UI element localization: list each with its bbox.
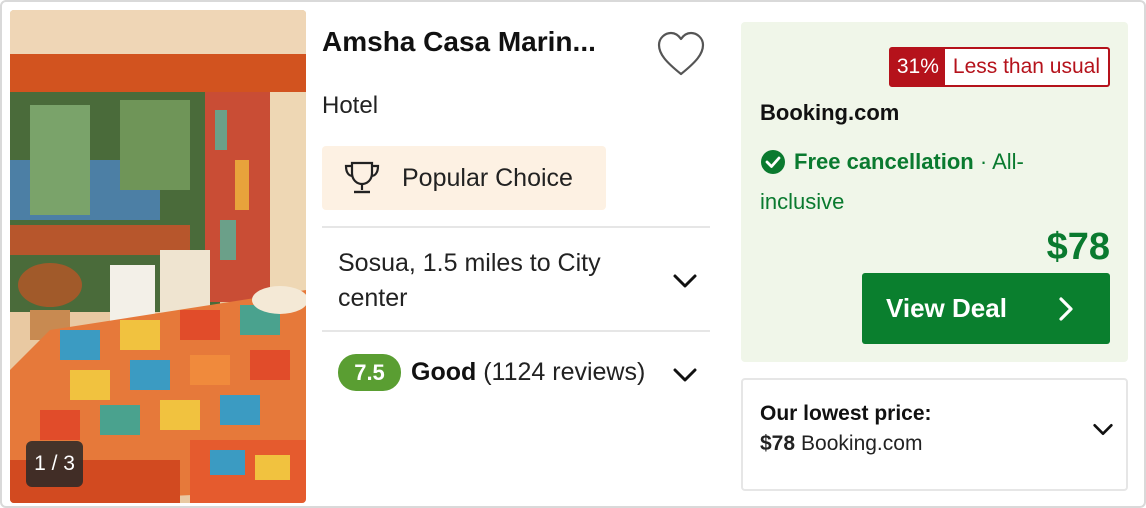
popular-choice-label: Popular Choice [402,163,573,192]
discount-text: Less than usual [952,55,1100,78]
hotel-photo[interactable]: 1 / 3 [10,10,306,503]
lowest-price-title: Our lowest price: [760,402,932,425]
favorite-button[interactable] [656,30,706,78]
deal-provider: Booking.com [760,100,900,125]
view-deal-button[interactable]: View Deal [862,273,1110,344]
chevron-down-icon [1093,424,1113,435]
hotel-card: 1 / 3 Amsha Casa Marin... Hotel Popular … [0,0,1146,508]
check-circle-icon [761,150,785,174]
free-cancellation: Free cancellation [794,149,974,174]
chevron-down-icon [673,274,697,288]
deal-panel: 31% Less than usual Booking.com Free can… [741,22,1128,362]
rating-label: Good [411,358,477,386]
review-count: (1124 reviews) [483,358,646,386]
chevron-down-icon [673,368,697,382]
view-deal-label: View Deal [886,293,1007,323]
chevron-right-icon [1059,297,1073,321]
hotel-name[interactable]: Amsha Casa Marin... [322,26,642,58]
rating-summary: Good (1124 reviews) [411,358,645,387]
location-text: Sosua, 1.5 miles to City center [338,249,601,312]
hotel-type: Hotel [322,92,379,119]
rating-row[interactable]: 7.5 Good (1124 reviews) [322,330,710,420]
popular-choice-badge: Popular Choice [322,146,606,210]
discount-percent: 31% [890,49,945,85]
lowest-price-value: $78 [760,432,796,455]
deal-price: $78 [1046,226,1110,268]
rating-score-badge: 7.5 [338,354,401,391]
lowest-price-detail: $78 Booking.com [760,432,922,456]
lowest-price-panel[interactable]: Our lowest price: $78 Booking.com [741,378,1128,491]
lowest-price-provider: Booking.com [801,432,923,455]
feature-separator: · [979,149,988,174]
location-row[interactable]: Sosua, 1.5 miles to City center [322,226,710,330]
trophy-icon [344,161,380,194]
hotel-room-image [10,10,306,503]
photo-counter: 1 / 3 [26,441,83,487]
discount-badge: 31% Less than usual [888,47,1110,87]
deal-features: Free cancellation · All-inclusive [760,142,1080,222]
heart-icon [657,31,705,76]
